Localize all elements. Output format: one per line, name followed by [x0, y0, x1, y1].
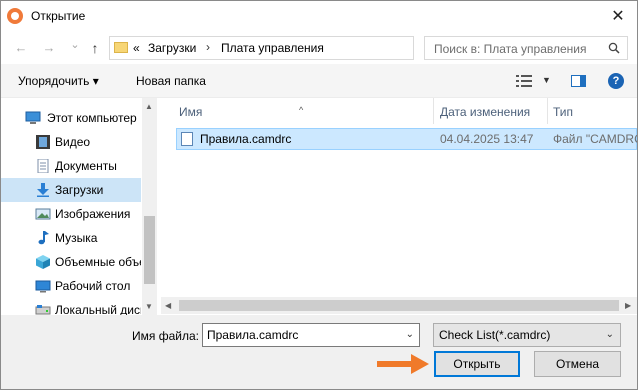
- scroll-down-arrow-icon[interactable]: ▼: [145, 302, 153, 311]
- sidebar-item-this-pc[interactable]: Этот компьютер: [1, 106, 141, 130]
- organize-button[interactable]: Упорядочить ▾: [18, 74, 99, 88]
- breadcrumb-downloads[interactable]: Загрузки: [148, 41, 196, 55]
- navigation-pane: Этот компьютер Видео Документы Загрузки: [1, 98, 157, 317]
- help-icon[interactable]: ?: [608, 73, 624, 89]
- app-logo-icon: [7, 8, 23, 24]
- breadcrumb-overflow[interactable]: «: [133, 41, 140, 55]
- documents-icon: [37, 159, 49, 173]
- file-icon: [181, 132, 193, 146]
- scroll-right-arrow-icon[interactable]: ▶: [625, 301, 631, 310]
- column-header-type[interactable]: Тип: [548, 98, 637, 125]
- file-row[interactable]: Правила.camdrc 04.04.2025 13:47 Файл "CA…: [176, 128, 637, 150]
- downloads-icon: [37, 183, 49, 197]
- column-header-name[interactable]: Имя ^: [161, 98, 434, 125]
- file-list: Имя ^ Дата изменения Тип Правила.camdrc …: [161, 98, 637, 315]
- address-row: ← → ⌄ ↑ « Загрузки › Плата управления ⌄ …: [1, 32, 637, 64]
- video-icon: [36, 135, 50, 149]
- column-header-label: Дата изменения: [440, 105, 531, 119]
- address-bar[interactable]: « Загрузки › Плата управления ⌄ ↻: [109, 36, 512, 60]
- sort-ascending-icon: ^: [299, 105, 304, 115]
- sidebar-item-label: Видео: [55, 135, 91, 149]
- sidebar-item-label: Документы: [55, 159, 117, 173]
- filename-dropdown-icon[interactable]: ⌄: [406, 329, 414, 340]
- filename-input[interactable]: Правила.camdrc ⌄: [202, 323, 420, 347]
- column-header-label: Имя: [179, 105, 203, 119]
- search-input[interactable]: Поиск в: Плата управления: [424, 36, 628, 60]
- window-title: Открытие: [31, 9, 86, 23]
- sidebar-item-label: Этот компьютер: [47, 111, 137, 125]
- search-placeholder: Поиск в: Плата управления: [434, 42, 587, 56]
- breadcrumb-control-board[interactable]: Плата управления: [221, 41, 324, 55]
- sidebar-item-documents[interactable]: Документы: [1, 154, 141, 178]
- sidebar-item-label: Рабочий стол: [55, 279, 131, 293]
- 3d-objects-icon: [36, 255, 50, 269]
- open-file-dialog: Открытие ✕ ← → ⌄ ↑ « Загрузки › Плата уп…: [0, 0, 638, 390]
- folder-icon: [114, 42, 128, 53]
- command-toolbar: Упорядочить ▾ Новая папка ▼ ?: [1, 64, 637, 98]
- forward-arrow-icon[interactable]: →: [41, 40, 57, 56]
- file-modified-date: 04.04.2025 13:47: [440, 132, 534, 146]
- dialog-footer: Имя файла: Правила.camdrc ⌄ Check List(*…: [1, 315, 637, 389]
- images-icon: [35, 208, 51, 220]
- title-bar: Открытие ✕: [1, 1, 637, 32]
- search-icon: [608, 42, 620, 54]
- file-type: Файл "CAMDRC": [553, 132, 637, 146]
- sidebar-item-label: Загрузки: [55, 183, 104, 197]
- close-button[interactable]: ✕: [607, 6, 629, 28]
- column-header-modified[interactable]: Дата изменения: [434, 98, 547, 125]
- scroll-left-arrow-icon[interactable]: ◀: [165, 301, 171, 310]
- file-type-filter-value: Check List(*.camdrc): [439, 328, 551, 342]
- sidebar-item-label: Музыка: [55, 231, 98, 245]
- sidebar-item-label: Изображения: [55, 207, 131, 221]
- view-details-icon[interactable]: [516, 75, 532, 87]
- file-name: Правила.camdrc: [200, 132, 292, 146]
- scroll-up-arrow-icon[interactable]: ▲: [145, 102, 153, 111]
- cancel-button[interactable]: Отмена: [534, 351, 621, 377]
- file-type-filter-select[interactable]: Check List(*.camdrc) ⌄: [433, 323, 621, 347]
- desktop-icon: [35, 280, 51, 293]
- sidebar-item-images[interactable]: Изображения: [1, 202, 141, 226]
- recent-locations-chevron-icon[interactable]: ⌄: [67, 37, 83, 53]
- breadcrumb-separator-icon[interactable]: ›: [206, 40, 210, 54]
- horizontal-scrollbar[interactable]: ◀ ▶: [161, 297, 637, 314]
- sidebar-item-music[interactable]: Музыка: [1, 226, 141, 250]
- sidebar-item-label: Объемные объекты: [55, 255, 141, 269]
- music-icon: [38, 231, 49, 245]
- computer-icon: [25, 111, 41, 124]
- sidebar-scrollbar[interactable]: ▲ ▼: [142, 98, 157, 315]
- sidebar-item-downloads[interactable]: Загрузки: [1, 178, 141, 202]
- filename-label: Имя файла:: [132, 329, 199, 343]
- new-folder-button[interactable]: Новая папка: [136, 74, 206, 88]
- column-header-label: Тип: [553, 105, 574, 119]
- back-arrow-icon[interactable]: ←: [13, 40, 29, 56]
- orange-pointer-arrow-icon: [377, 354, 429, 374]
- open-button[interactable]: Открыть: [434, 351, 520, 377]
- filename-value: Правила.camdrc: [207, 328, 299, 342]
- up-folder-arrow-icon[interactable]: ↑: [87, 40, 103, 56]
- sidebar-item-video[interactable]: Видео: [1, 130, 141, 154]
- scrollbar-thumb[interactable]: [179, 300, 619, 311]
- sidebar-item-desktop[interactable]: Рабочий стол: [1, 274, 141, 298]
- filter-dropdown-icon[interactable]: ⌄: [606, 329, 614, 340]
- view-options-dropdown-icon[interactable]: ▼: [542, 75, 551, 85]
- preview-pane-icon[interactable]: [571, 75, 586, 87]
- scrollbar-thumb[interactable]: [144, 216, 155, 284]
- sidebar-item-3d-objects[interactable]: Объемные объекты: [1, 250, 141, 274]
